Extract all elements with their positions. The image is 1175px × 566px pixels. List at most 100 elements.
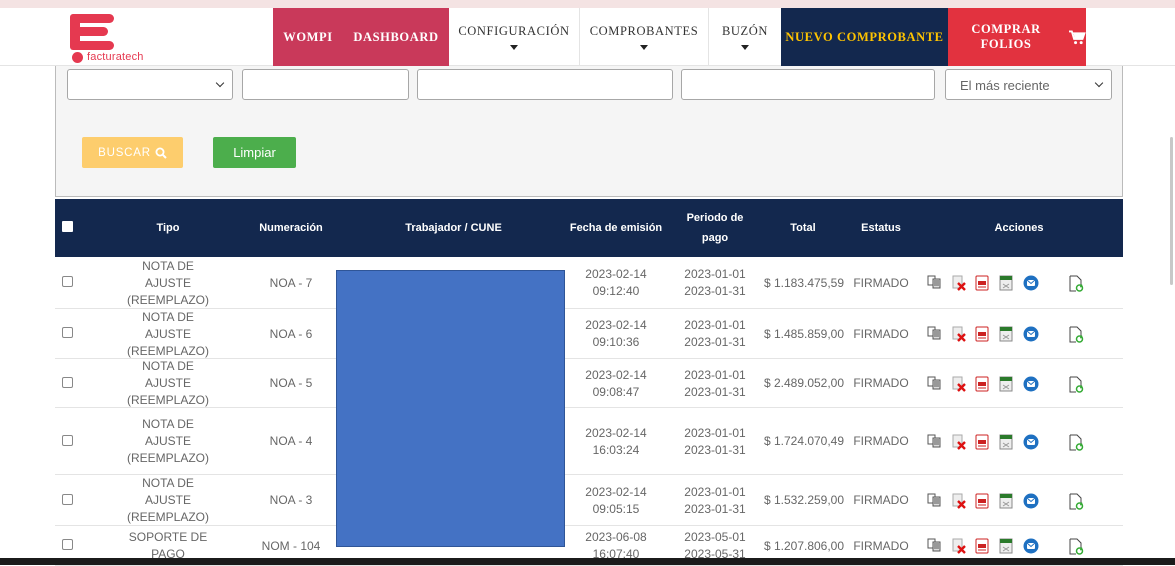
email-icon[interactable] [1023,326,1039,342]
cell-text: FIRMADO [853,538,909,553]
cell-periodo-pago: 2023-01-01 2023-01-31 [675,359,755,408]
regenerate-icon[interactable] [1068,434,1084,451]
filter-select-1[interactable] [67,69,233,100]
top-strip [0,0,1175,8]
limpiar-button-label: Limpiar [233,145,276,160]
pdf-icon[interactable] [975,493,989,509]
sort-select[interactable]: El más reciente [945,69,1112,100]
cell-numeracion: NOA - 5 [241,359,341,408]
row-checkbox[interactable] [62,494,73,505]
cell-text: 2023-01-01 [684,267,746,281]
regenerate-icon[interactable] [1068,326,1084,343]
cell-text: 16:03:24 [592,442,640,457]
nav-buzon[interactable]: BUZÓN [709,8,781,66]
filter-input-3[interactable] [681,69,935,100]
cell-text: 09:08:47 [592,384,640,399]
row-checkbox[interactable] [62,539,73,550]
row-checkbox[interactable] [62,327,73,338]
scrollbar-thumb[interactable] [1170,137,1173,285]
cell-text: $ 1.183.475,59 [763,275,845,290]
table-row[interactable]: NOTA DE AJUSTE (REEMPLAZO) NOA - 6 2023-02… [55,309,1123,359]
email-icon[interactable] [1023,538,1039,554]
pdf-icon[interactable] [975,538,989,554]
cell-estatus: FIRMADO [850,408,912,475]
row-checkbox[interactable] [62,435,73,446]
row-checkbox[interactable] [62,377,73,388]
xml-icon[interactable] [999,326,1013,342]
nav-configuracion[interactable]: CONFIGURACIÓN [449,8,580,66]
bottom-bar [0,558,1175,565]
nav-comprobantes-label: COMPROBANTES [589,23,699,38]
copy-icon[interactable] [927,275,941,291]
cell-text: NOA - 6 [269,326,313,341]
xml-icon[interactable] [999,376,1013,392]
regenerate-icon[interactable] [1068,493,1084,510]
redaction-box [336,270,565,547]
cancel-icon[interactable] [951,376,966,392]
sort-select-value: El más reciente [960,78,1050,93]
cell-periodo-pago: 2023-01-01 2023-01-31 [675,475,755,526]
table-row[interactable]: NOTA DE AJUSTE (REEMPLAZO) NOA - 3 2023-02… [55,475,1123,526]
cancel-icon[interactable] [951,275,966,291]
cell-numeracion: NOA - 6 [241,309,341,359]
cell-total: $ 1.183.475,59 [758,257,850,309]
cell-text: 2023-01-31 [684,501,746,516]
chevron-down-icon [1094,78,1104,88]
cancel-icon[interactable] [951,493,966,509]
nav-comprobantes[interactable]: COMPROBANTES [580,8,709,66]
cell-text: $ 1.485.859,00 [763,326,845,341]
regenerate-icon[interactable] [1068,275,1084,292]
cancel-icon[interactable] [951,538,966,554]
buscar-button-label: BUSCAR [98,146,151,159]
header-total: Total [790,222,816,234]
nav-dashboard[interactable]: DASHBOARD [343,8,449,66]
cell-text: 09:05:15 [592,501,640,516]
cell-text: 2023-02-14 [585,267,647,281]
cell-fecha-emision: 2023-02-14 09:05:15 [566,475,666,526]
cell-text: $ 2.489.052,00 [763,376,845,390]
copy-icon[interactable] [927,538,941,554]
regenerate-icon[interactable] [1068,376,1084,393]
cell-text: FIRMADO [853,493,909,507]
cell-text: 2023-01-31 [684,284,746,298]
facturatech-logo[interactable]: facturatech [70,14,190,64]
cell-text: 2023-05-01 [684,530,746,544]
regenerate-icon[interactable] [1068,538,1084,555]
cell-text: NOTA DE AJUSTE (REEMPLAZO) [126,417,209,465]
table-row[interactable]: NOTA DE AJUSTE (REEMPLAZO) NOA - 7 2023-02… [55,257,1123,309]
filter-input-1[interactable] [242,69,409,100]
table-row[interactable]: NOTA DE AJUSTE (REEMPLAZO) NOA - 5 2023-02… [55,359,1123,408]
table-header: Tipo Numeración Trabajador / CUNE Fecha … [55,199,1123,257]
limpiar-button[interactable]: Limpiar [213,137,296,168]
xml-icon[interactable] [999,275,1013,291]
table-row[interactable]: NOTA DE AJUSTE (REEMPLAZO) NOA - 4 2023-02… [55,408,1123,475]
filter-input-2[interactable] [417,69,673,100]
pdf-icon[interactable] [975,326,989,342]
cell-text: 2023-01-01 [684,425,746,440]
xml-icon[interactable] [999,538,1013,554]
row-checkbox[interactable] [62,276,73,287]
pdf-icon[interactable] [975,275,989,291]
row-actions [927,309,1084,359]
xml-icon[interactable] [999,434,1013,450]
xml-icon[interactable] [999,493,1013,509]
pdf-icon[interactable] [975,376,989,392]
email-icon[interactable] [1023,275,1039,291]
copy-icon[interactable] [927,493,941,509]
cancel-icon[interactable] [951,326,966,342]
email-icon[interactable] [1023,493,1039,509]
nav-nuevo-comprobante[interactable]: NUEVO COMPROBANTE [781,8,948,66]
copy-icon[interactable] [927,376,941,392]
copy-icon[interactable] [927,326,941,342]
pdf-icon[interactable] [975,434,989,450]
nav-comprar-folios[interactable]: COMPRAR FOLIOS [948,8,1086,66]
buscar-button[interactable]: BUSCAR [82,137,183,168]
cell-text: FIRMADO [853,326,909,341]
cancel-icon[interactable] [951,434,966,450]
email-icon[interactable] [1023,376,1039,392]
select-all-checkbox[interactable] [62,221,73,232]
copy-icon[interactable] [927,434,941,450]
nav-wompi[interactable]: WOMPI [273,8,343,66]
email-icon[interactable] [1023,434,1039,450]
row-actions [927,257,1084,309]
